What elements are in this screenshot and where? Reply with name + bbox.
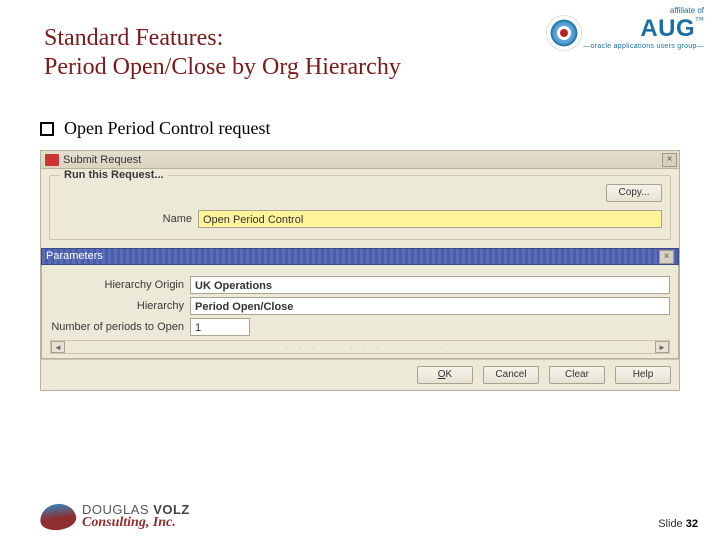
hierarchy-label: Hierarchy (50, 300, 190, 312)
slide-footer: DOUGLAS VOLZ Consulting, Inc. Slide 32 (0, 503, 720, 530)
window-title-text: Submit Request (63, 154, 141, 166)
slide-title: Standard Features: Period Open/Close by … (44, 24, 401, 82)
bullet-square-icon (40, 122, 54, 136)
submit-request-window: Submit Request × Run this Request... Cop… (40, 150, 680, 391)
app-icon (45, 154, 59, 166)
ok-button[interactable]: OK (417, 366, 473, 384)
slide-number: Slide 32 (658, 518, 698, 530)
parameters-close-icon[interactable]: × (659, 250, 674, 264)
close-icon[interactable]: × (662, 153, 677, 167)
tm-mark: ™ (695, 15, 704, 25)
help-button[interactable]: Help (615, 366, 671, 384)
parameters-body: Hierarchy Origin UK Operations Hierarchy… (41, 265, 679, 359)
window-titlebar: Submit Request × (41, 151, 679, 169)
num-periods-label: Number of periods to Open (50, 321, 190, 333)
name-label: Name (58, 213, 198, 225)
dv-logo: DOUGLAS VOLZ Consulting, Inc. (40, 503, 190, 530)
oaug-logo-block: affiliate of AUG™ —oracle applications u… (547, 6, 704, 50)
hierarchy-field[interactable]: Period Open/Close (190, 297, 670, 315)
name-field[interactable]: Open Period Control (198, 210, 662, 228)
oaug-org-name: AUG (640, 15, 695, 42)
dv-mark-icon (38, 501, 77, 532)
num-periods-field[interactable]: 1 (190, 318, 250, 336)
scroll-right-icon[interactable]: ► (655, 341, 669, 353)
scroll-track-dots: · · · · · · · · · · · · · · (65, 343, 655, 352)
affiliate-of-label: affiliate of (547, 6, 704, 15)
oaug-ring-icon (547, 16, 581, 50)
title-line-1: Standard Features: (44, 24, 401, 53)
parameters-title: Parameters (46, 248, 103, 265)
bullet-text: Open Period Control request (64, 118, 270, 139)
hierarchy-origin-field[interactable]: UK Operations (190, 276, 670, 294)
horizontal-scrollbar[interactable]: ◄ · · · · · · · · · · · · · · ► (50, 340, 670, 354)
cancel-button[interactable]: Cancel (483, 366, 539, 384)
parameters-titlebar: Parameters × (41, 248, 679, 265)
clear-button[interactable]: Clear (549, 366, 605, 384)
copy-button[interactable]: Copy... (606, 184, 662, 202)
dv-line2: Consulting, Inc. (82, 516, 190, 530)
title-line-2: Period Open/Close by Org Hierarchy (44, 53, 401, 82)
group-legend: Run this Request... (60, 169, 168, 181)
oaug-tagline: —oracle applications users group— (583, 43, 704, 50)
run-this-request-group: Run this Request... Copy... Name Open Pe… (49, 175, 671, 240)
scroll-left-icon[interactable]: ◄ (51, 341, 65, 353)
bullet-item: Open Period Control request (40, 118, 270, 139)
hierarchy-origin-label: Hierarchy Origin (50, 279, 190, 291)
parameters-button-row: OK Cancel Clear Help (41, 359, 679, 390)
